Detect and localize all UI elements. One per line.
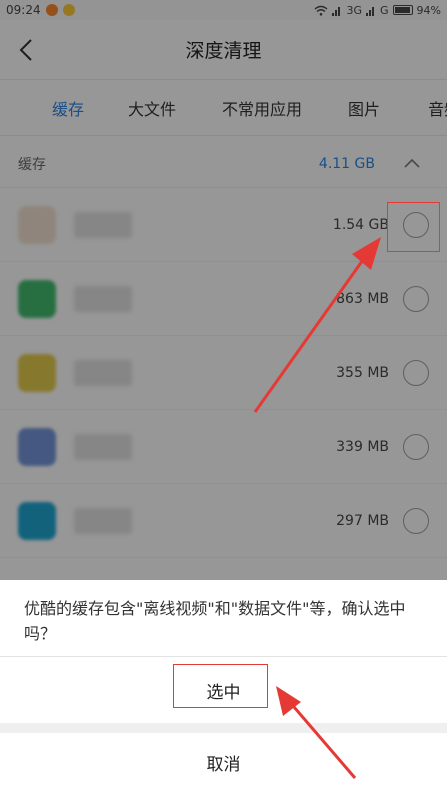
baidu-watermark-icon xyxy=(369,735,429,766)
annotation-box-confirm xyxy=(173,664,268,708)
dialog-message: 优酷的缓存包含"离线视频"和"数据文件"等，确认选中吗？ xyxy=(24,599,406,643)
annotation-box-radio xyxy=(387,202,440,252)
